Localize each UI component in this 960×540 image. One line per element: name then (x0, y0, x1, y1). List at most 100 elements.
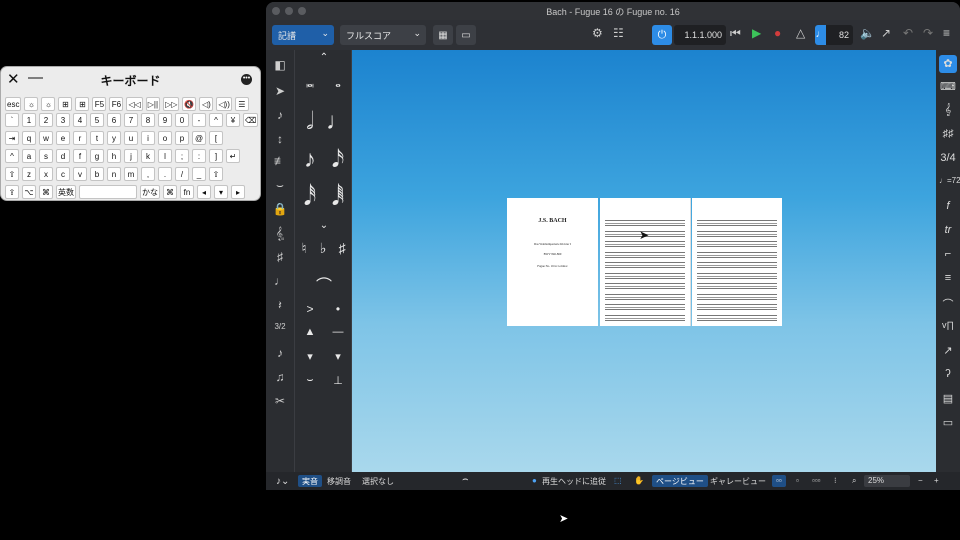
marcato-icon[interactable]: ▲ (297, 326, 323, 338)
keyboard-key[interactable]: t (90, 131, 104, 145)
caret-icon[interactable]: ⌢ (458, 473, 473, 485)
rewind-icon[interactable]: ⏮ (730, 26, 741, 41)
keyboard-key[interactable]: ◁)) (216, 97, 232, 111)
bars-icon[interactable]: ≡ (939, 272, 957, 284)
keyboard-key[interactable]: [ (209, 131, 223, 145)
staccatissimo-icon[interactable]: ▾ (297, 350, 323, 363)
tempo-icon[interactable]: ♩=72 (939, 176, 960, 185)
thirty-second-note-icon[interactable]: 𝅘𝅥𝅰 (297, 184, 323, 212)
transposed-pitch-button[interactable]: 移調音 (323, 475, 355, 487)
lines-icon[interactable]: ↗ (939, 344, 957, 357)
keyboard-key[interactable]: 2 (39, 113, 53, 127)
dotted-note-icon[interactable]: ♩ (272, 274, 288, 288)
keyboard-key[interactable]: ⌥ (22, 185, 36, 199)
properties-icon[interactable]: ✿ (939, 55, 957, 73)
clapper-icon[interactable]: ▤ (939, 392, 957, 405)
chevron-down-icon[interactable]: ⌄ (311, 220, 337, 231)
keyboard-key[interactable]: ▸ (231, 185, 245, 199)
keyboard-key[interactable]: _ (192, 167, 206, 181)
sixty-fourth-note-icon[interactable]: 𝅘𝅥𝅱 (325, 184, 351, 212)
concert-pitch-button[interactable]: 実音 (298, 475, 322, 487)
beam-icon[interactable]: ♫ (272, 370, 288, 384)
keyboard-key[interactable]: m (124, 167, 138, 181)
galley-view-button[interactable]: ギャレービュー (706, 475, 770, 487)
keyboard-key[interactable]: ☼ (24, 97, 39, 111)
keyboard-key[interactable]: esc (5, 97, 22, 111)
keyboard-key[interactable]: w (39, 131, 53, 145)
transpose-icon[interactable]: ↕ (272, 132, 288, 146)
keyboard-key[interactable]: - (192, 113, 206, 127)
keyboard-key[interactable]: ⊞ (58, 97, 73, 111)
slur-icon[interactable]: ⌒ (311, 272, 337, 296)
keyboard-key[interactable]: ^ (5, 149, 19, 163)
keyboard-key[interactable]: 7 (124, 113, 138, 127)
keyboard-key[interactable]: j (124, 149, 138, 163)
keyboard-key[interactable]: ⌘ (39, 185, 53, 199)
layout-dropdown[interactable]: フルスコア ⌄ (340, 25, 426, 45)
keyboard-key[interactable]: ☰ (234, 97, 249, 111)
keyboard-key[interactable]: ◂ (197, 185, 211, 199)
selection-tool-icon[interactable]: ⬚ (610, 475, 626, 487)
keyboard-icon[interactable]: ⌨ (939, 80, 957, 93)
volume-icon[interactable]: 🔈 (860, 26, 875, 40)
keyboard-key[interactable]: ^ (209, 113, 223, 127)
keyboard-key[interactable]: l (158, 149, 172, 163)
keyboard-key[interactable]: ] (209, 149, 223, 163)
keyboard-key[interactable]: ⇧ (209, 167, 223, 181)
keyboard-key[interactable]: f (73, 149, 87, 163)
playing-techniques-icon[interactable]: v∏ (939, 320, 957, 330)
keyboard-key[interactable]: ` (5, 113, 19, 127)
keyboard-key[interactable]: d (56, 149, 70, 163)
keyboard-key[interactable]: 9 (158, 113, 172, 127)
keyboard-key[interactable]: x (39, 167, 53, 181)
metronome-icon[interactable]: △ (796, 26, 805, 40)
grace-note-icon[interactable]: ♪ (272, 346, 288, 360)
ear-icon[interactable]: ʔ (939, 368, 957, 380)
keyboard-key[interactable]: ⌫ (243, 113, 259, 127)
export-icon[interactable]: ↗ (881, 26, 891, 40)
keyboard-key[interactable]: u (124, 131, 138, 145)
tremolo-icon[interactable]: ≢ (272, 154, 288, 168)
spreads-view-icon[interactable]: ▫▫ (772, 475, 786, 487)
keyboard-key[interactable]: ▾ (214, 185, 228, 199)
keyboard-key[interactable]: q (22, 131, 36, 145)
undo-icon[interactable]: ↶ (903, 26, 913, 40)
scissors-icon[interactable]: ✂ (272, 394, 288, 408)
keyboard-key[interactable]: z (22, 167, 36, 181)
dynamics-icon[interactable]: f (939, 200, 957, 212)
accent-icon[interactable]: > (297, 302, 323, 316)
tenuto-icon[interactable]: — (325, 326, 351, 338)
score-canvas[interactable]: J.S. BACH Das Wohltemperierte Klavier I … (352, 50, 936, 472)
tuplet-icon[interactable]: 3/2 (272, 322, 288, 331)
keyboard-key[interactable]: @ (192, 131, 206, 145)
mixer-icon[interactable]: ☷ (613, 26, 624, 40)
fermata-icon[interactable]: ⌣ (297, 374, 323, 387)
redo-icon[interactable]: ↷ (923, 26, 933, 40)
keyboard-key[interactable]: F5 (92, 97, 107, 111)
keyboard-key[interactable]: ; (175, 149, 189, 163)
follow-playhead-toggle[interactable]: 再生ヘッドに追従 (538, 475, 610, 487)
keyboard-key[interactable]: 3 (56, 113, 70, 127)
keyboard-key[interactable]: 英数 (56, 185, 76, 199)
keyboard-key[interactable]: ◁◁ (126, 97, 143, 111)
tempo-display[interactable]: ♩ 82 (815, 25, 853, 45)
keyboard-key[interactable]: k (141, 149, 155, 163)
chevron-up-icon[interactable]: ⌃ (311, 52, 337, 63)
keyboard-key[interactable]: ▷|| (145, 97, 161, 111)
keyboard-key[interactable] (79, 185, 137, 199)
wedge-icon[interactable]: ▾ (325, 350, 351, 363)
keyboard-key[interactable]: g (90, 149, 104, 163)
clef-icon[interactable]: 𝄞 (939, 104, 957, 117)
note-input-icon[interactable]: ♪ (272, 108, 288, 122)
hand-tool-icon[interactable]: ✋ (630, 475, 648, 487)
ornaments-icon[interactable]: tr (939, 224, 957, 236)
keyboard-key[interactable]: ⊞ (75, 97, 90, 111)
keyboard-key[interactable]: 5 (90, 113, 104, 127)
film-reel-icon[interactable]: ⚙ (592, 26, 603, 40)
keyboard-key[interactable]: o (158, 131, 172, 145)
panel-toggle-icon[interactable]: ◧ (272, 58, 288, 72)
keyboard-key[interactable]: s (39, 149, 53, 163)
window-layout-button[interactable]: ▭ (456, 25, 476, 45)
keyboard-key[interactable]: a (22, 149, 36, 163)
keyboard-key[interactable]: y (107, 131, 121, 145)
